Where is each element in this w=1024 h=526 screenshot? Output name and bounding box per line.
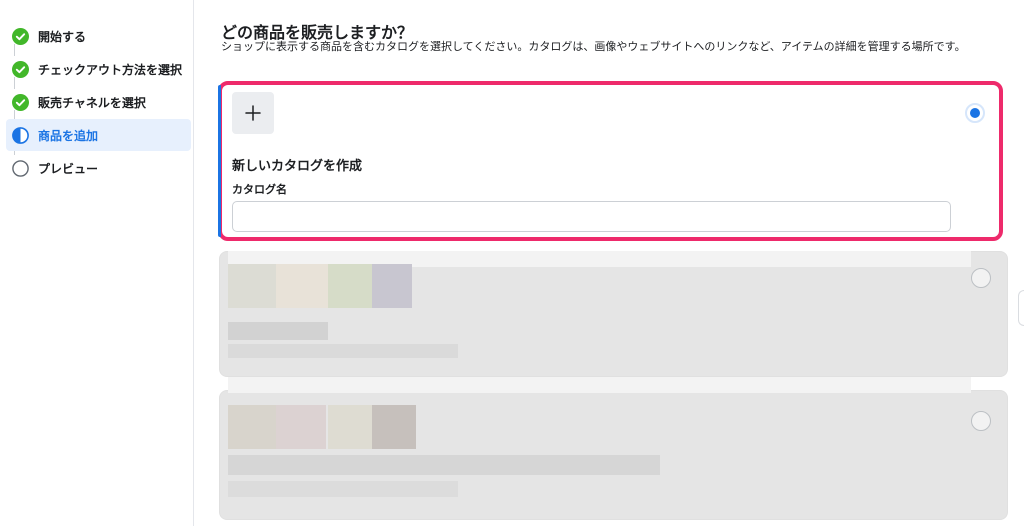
blurred-text (228, 344, 458, 358)
blurred-thumbnail (228, 405, 276, 449)
main-content: どの商品を販売しますか？ ショップに表示する商品を含むカタログを選択してください… (195, 0, 1024, 526)
empty-circle-icon (12, 159, 29, 177)
step-label: プレビュー (38, 161, 99, 176)
radio-dot (970, 108, 980, 118)
step-checkout-method[interactable]: チェックアウト方法を選択 (6, 53, 191, 85)
half-circle-progress-icon (12, 126, 29, 144)
catalog-radio[interactable] (971, 411, 991, 431)
blurred-text (228, 322, 328, 340)
step-add-products[interactable]: 商品を追加 (6, 119, 191, 151)
catalog-radio[interactable] (971, 268, 991, 288)
catalog-name-label: カタログ名 (232, 183, 287, 196)
step-label: 販売チャネルを選択 (38, 95, 146, 110)
step-preview[interactable]: プレビュー (6, 152, 191, 184)
step-label: チェックアウト方法を選択 (38, 62, 183, 77)
existing-catalog-option[interactable] (219, 377, 1008, 520)
catalog-name-input[interactable] (232, 201, 951, 232)
check-circle-icon (12, 93, 29, 111)
new-catalog-title: 新しいカタログを作成 (232, 159, 363, 174)
new-catalog-option[interactable]: 新しいカタログを作成 カタログ名 (218, 81, 1003, 241)
plus-icon (245, 105, 261, 121)
blurred-text (228, 455, 660, 475)
check-circle-icon (12, 60, 29, 78)
blur-band (228, 377, 971, 393)
blurred-thumbnail (372, 264, 412, 308)
step-label: 開始する (38, 29, 87, 44)
blurred-thumbnail (276, 264, 328, 308)
scroll-edge (1018, 290, 1024, 326)
selected-edge (218, 85, 221, 237)
check-circle-icon (12, 27, 29, 45)
step-label: 商品を追加 (38, 128, 99, 143)
blurred-thumbnail (372, 405, 416, 449)
step-get-started[interactable]: 開始する (6, 20, 191, 52)
page-description: ショップに表示する商品を含むカタログを選択してください。カタログは、画像やウェブ… (221, 40, 966, 53)
add-catalog-button[interactable] (232, 92, 274, 134)
setup-steps-sidebar: 開始する チェックアウト方法を選択 販売チャネルを選択 商品を追加 プレビュー (0, 0, 194, 526)
step-sales-channel[interactable]: 販売チャネルを選択 (6, 86, 191, 118)
blurred-text (228, 481, 458, 497)
blurred-thumbnail (328, 264, 372, 308)
new-catalog-radio[interactable] (965, 103, 985, 123)
blurred-thumbnail (328, 405, 372, 449)
blurred-thumbnail (228, 264, 276, 308)
blurred-thumbnail (276, 405, 326, 449)
existing-catalog-option[interactable] (219, 251, 1008, 377)
